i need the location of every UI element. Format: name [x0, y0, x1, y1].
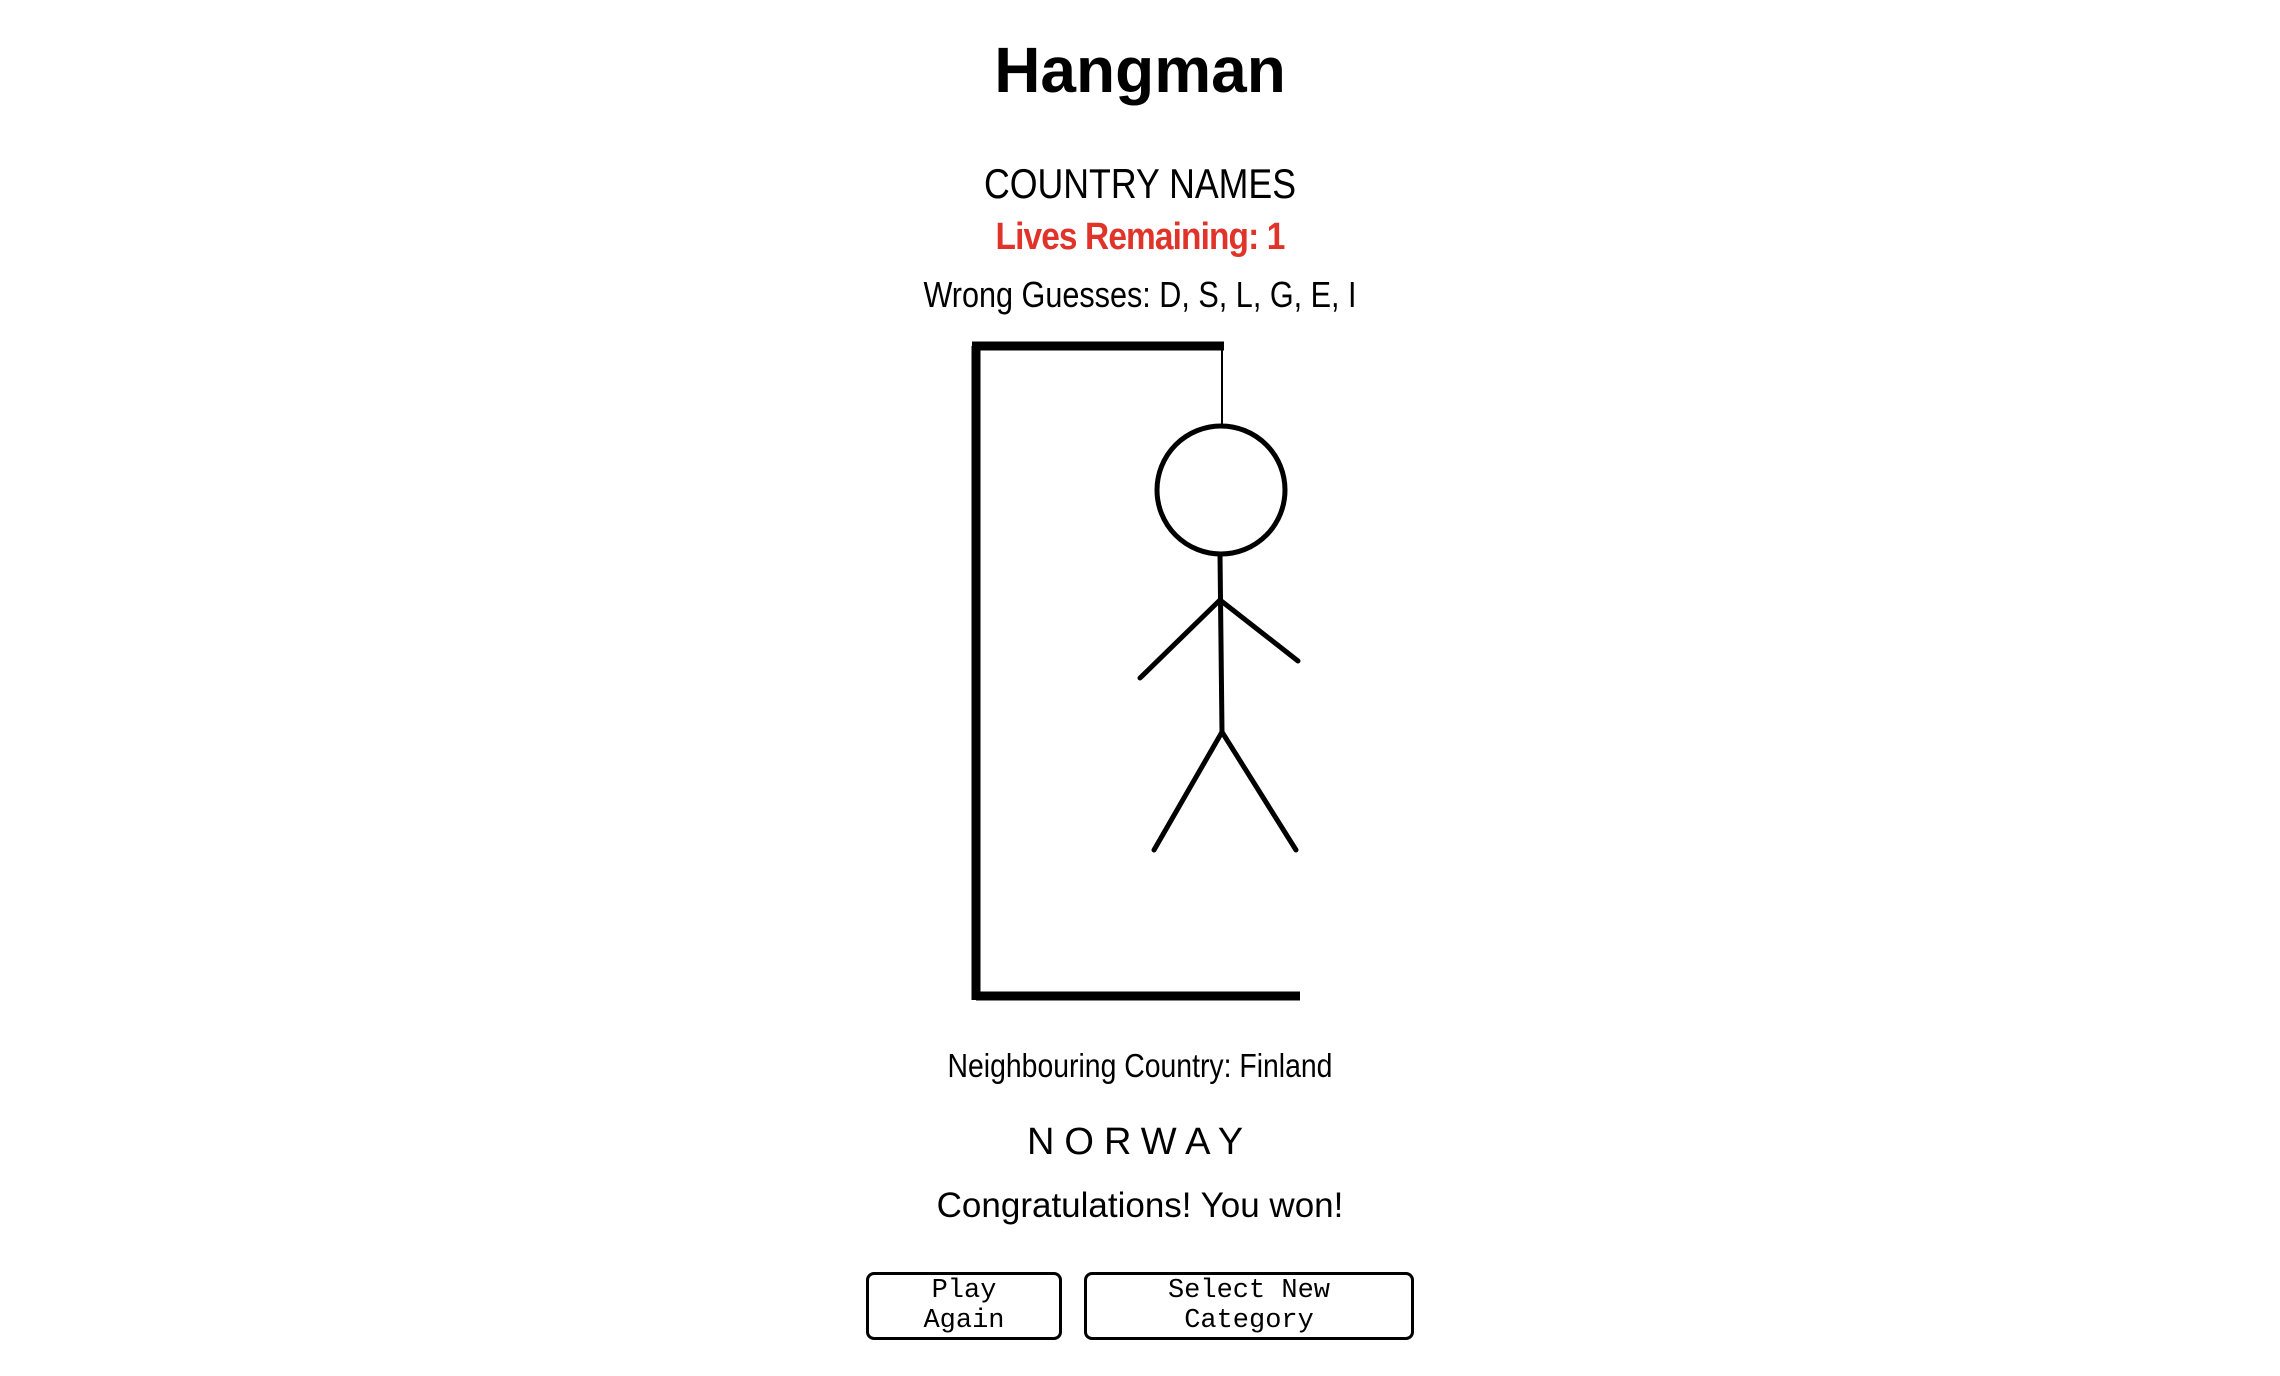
category-label: COUNTRY NAMES [983, 160, 1297, 207]
lives-remaining: Lives Remaining: 1 [995, 216, 1286, 258]
wrong-guesses: Wrong Guesses: D, S, L, G, E, I [923, 274, 1357, 315]
page-title: Hangman [994, 34, 1286, 106]
figure-left-leg [1151, 729, 1225, 853]
figure-head [1154, 423, 1288, 557]
figure-left-arm [1137, 597, 1223, 681]
select-new-category-button[interactable]: Select New Category [1084, 1272, 1414, 1340]
secret-word: NORWAY [1026, 1121, 1254, 1163]
figure-body [1217, 551, 1225, 735]
play-again-button[interactable]: Play Again [866, 1272, 1062, 1340]
hint-text: Neighbouring Country: Finland [947, 1047, 1333, 1084]
gallows-structure [971, 341, 1300, 1001]
hangman-drawing [971, 341, 1301, 1001]
stick-figure [1137, 423, 1301, 853]
action-buttons: Play Again Select New Category [0, 1272, 2280, 1340]
hangman-app: Hangman COUNTRY NAMES Lives Remaining: 1… [0, 0, 2280, 1376]
result-message: Congratulations! You won! [936, 1186, 1344, 1225]
figure-right-leg [1219, 729, 1299, 853]
figure-right-arm [1217, 597, 1301, 664]
